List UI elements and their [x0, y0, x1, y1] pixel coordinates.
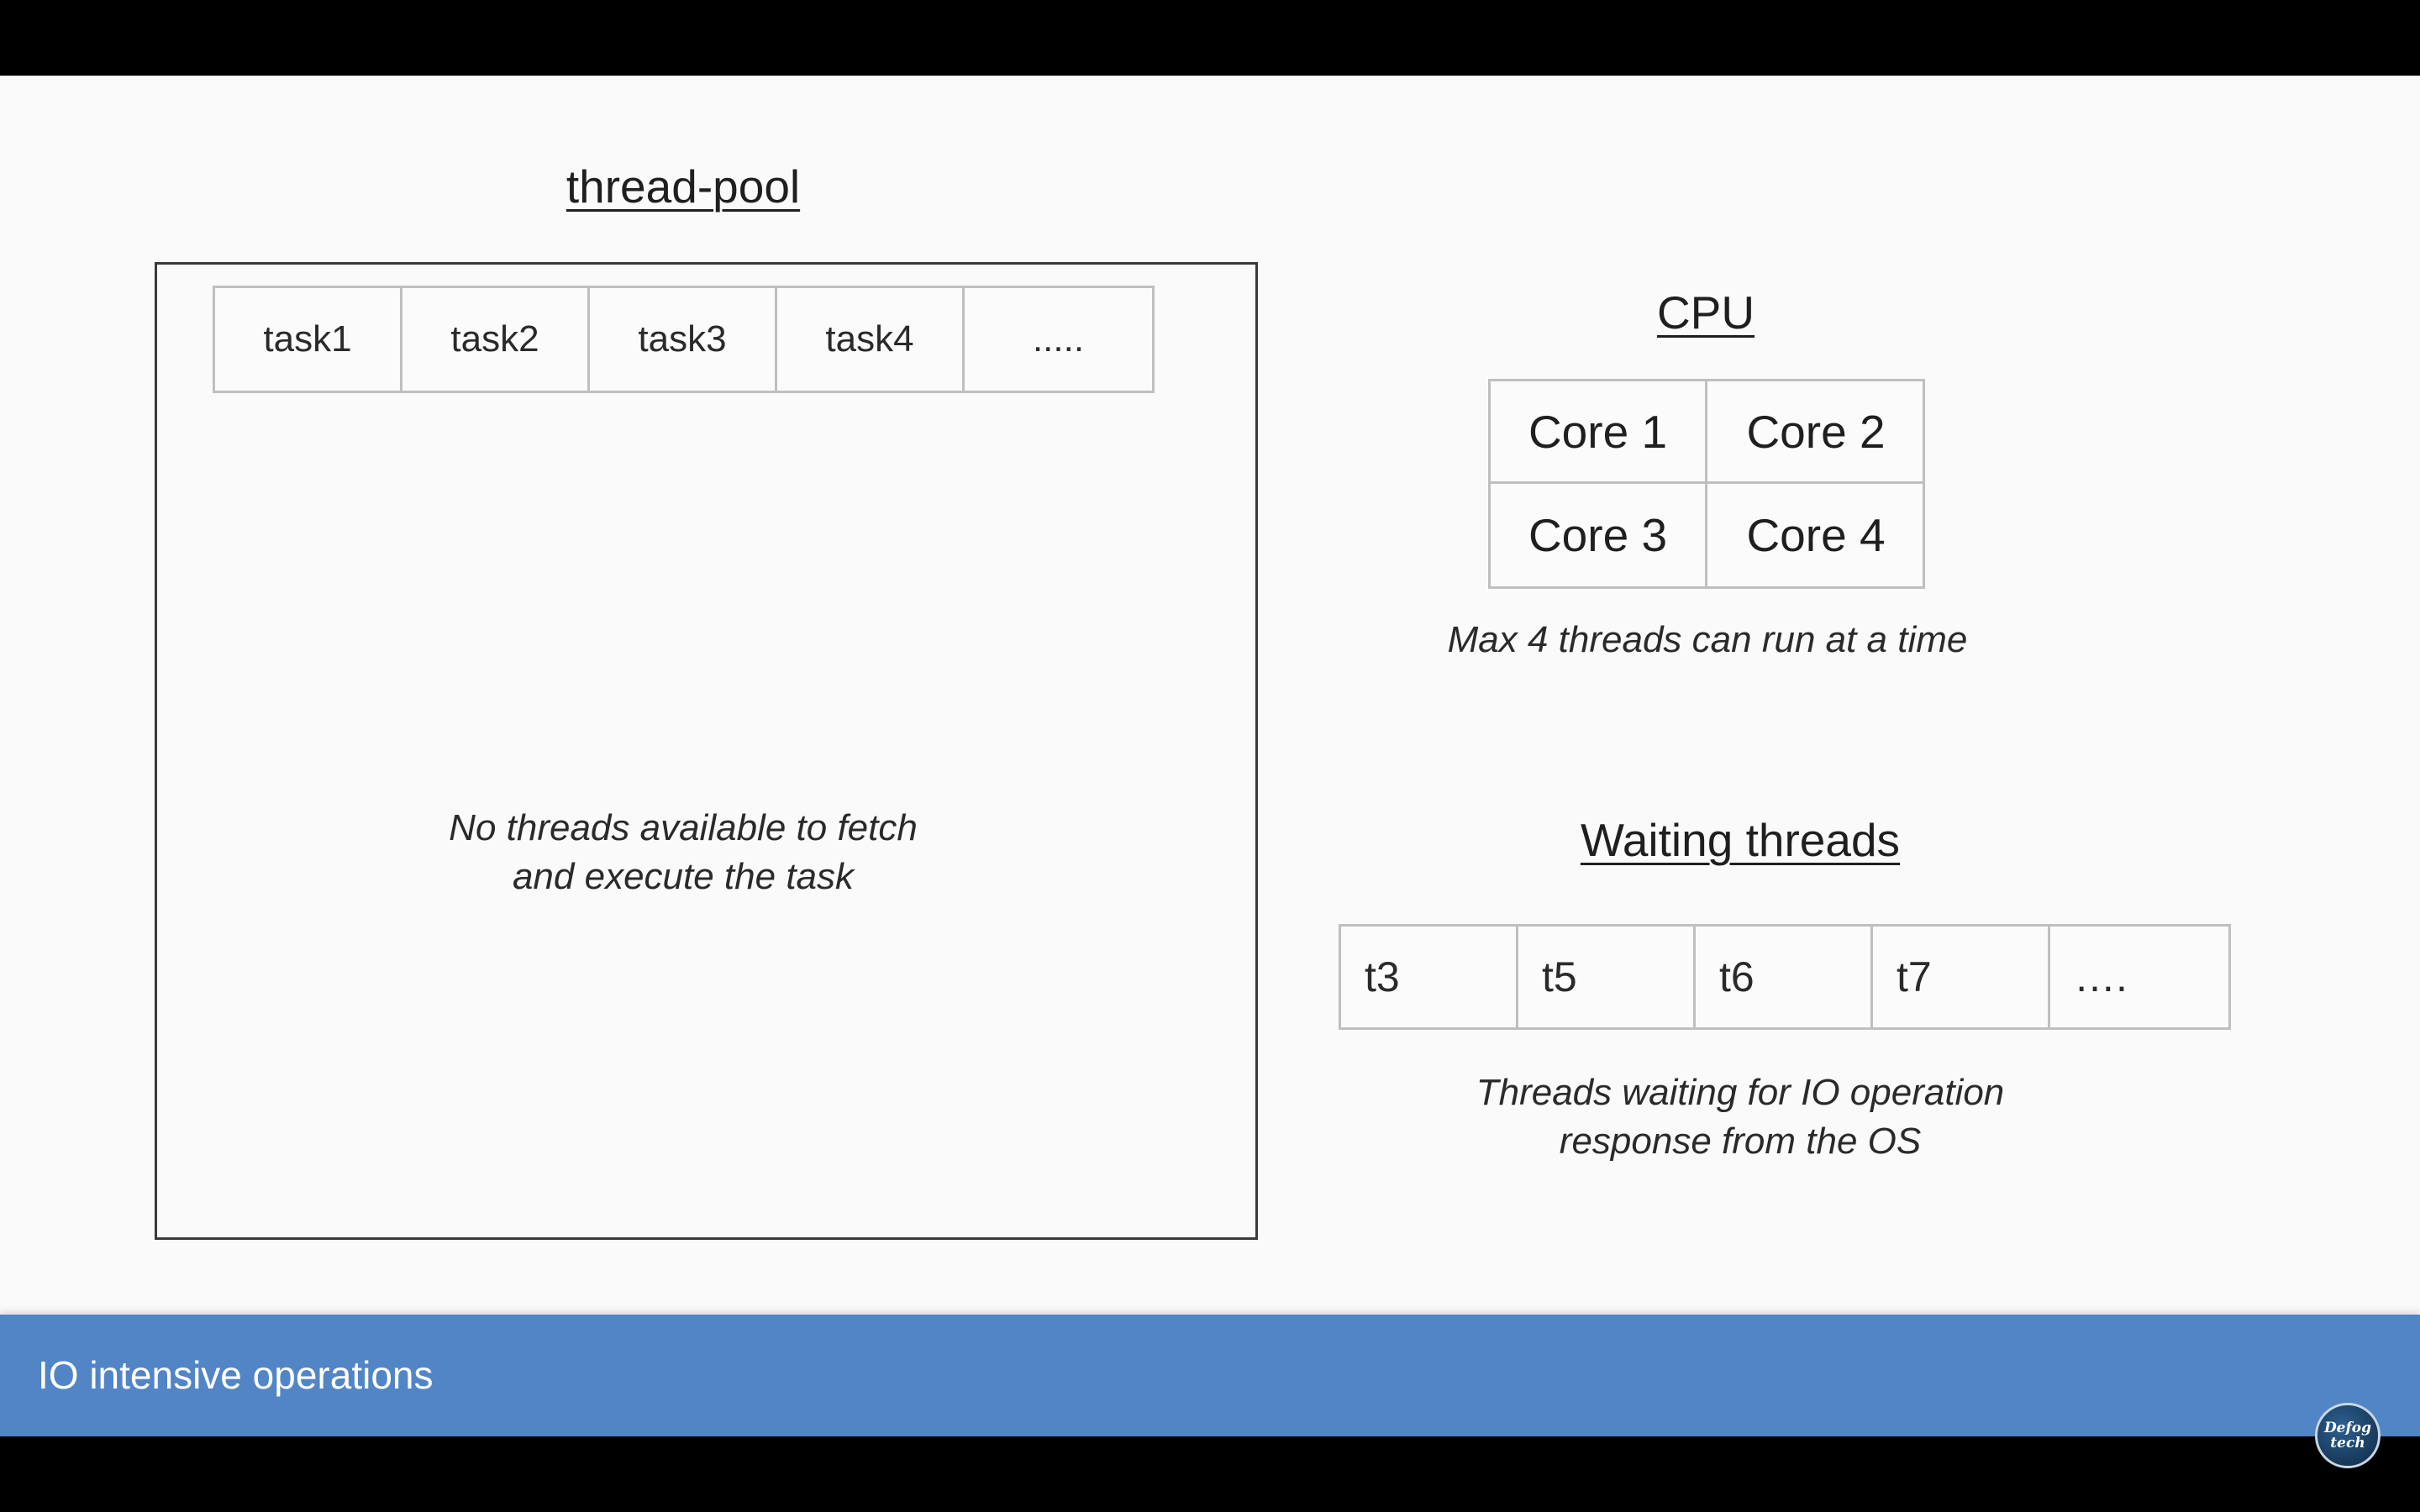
task-cell: task1	[215, 288, 402, 391]
core-cell: Core 1	[1491, 381, 1707, 484]
cpu-note: Max 4 threads can run at a time	[1447, 619, 1968, 660]
waiting-threads-note-line2: response from the OS	[1559, 1121, 1922, 1162]
core-cell: Core 4	[1746, 509, 1886, 561]
core-cell: Core 3	[1491, 484, 1707, 586]
thread-cell: t5	[1518, 927, 1696, 1027]
logo-line2: tech	[2330, 1435, 2365, 1452]
task-queue: task1 task2 task3 task4 .....	[213, 286, 1155, 393]
cpu-core-grid: Core 1 Core 2 Core 3 Core 4	[1488, 379, 1925, 589]
waiting-threads-note-line1: Threads waiting for IO operation	[1476, 1072, 2005, 1113]
task-cell: task4	[777, 288, 965, 391]
thread-pool-note-line2: and execute the task	[512, 856, 855, 897]
task-cell: task2	[402, 288, 590, 391]
thread-cell: t3	[1341, 927, 1518, 1027]
core-cell: Core 2	[1707, 381, 1924, 484]
slide-title: IO intensive operations	[38, 1353, 434, 1397]
thread-pool-heading: thread-pool	[566, 160, 801, 213]
bottom-title-bar: IO intensive operations	[0, 1315, 2420, 1436]
waiting-threads-row: t3 t5 t6 t7 ….	[1339, 924, 2231, 1030]
thread-pool-note-line1: No threads available to fetch	[449, 807, 918, 848]
logo-line1: Defog	[2323, 1420, 2372, 1436]
waiting-threads-note: Threads waiting for IO operation respons…	[1476, 1068, 2005, 1166]
cpu-heading: CPU	[1656, 286, 1755, 339]
slide: thread-pool task1 task2 task3 task4 ....…	[0, 76, 2420, 1436]
task-cell: task3	[590, 288, 777, 391]
task-cell-ellipsis: .....	[1032, 318, 1085, 360]
thread-cell-ellipsis: ….	[2074, 953, 2128, 1000]
thread-cell: t7	[1873, 927, 2050, 1027]
thread-pool-note: No threads available to fetch and execut…	[449, 804, 918, 901]
waiting-threads-heading: Waiting threads	[1580, 814, 1901, 866]
thread-pool-box	[155, 262, 1258, 1240]
thread-cell: t6	[1696, 927, 1873, 1027]
channel-logo-icon: Defog tech	[2315, 1403, 2381, 1468]
